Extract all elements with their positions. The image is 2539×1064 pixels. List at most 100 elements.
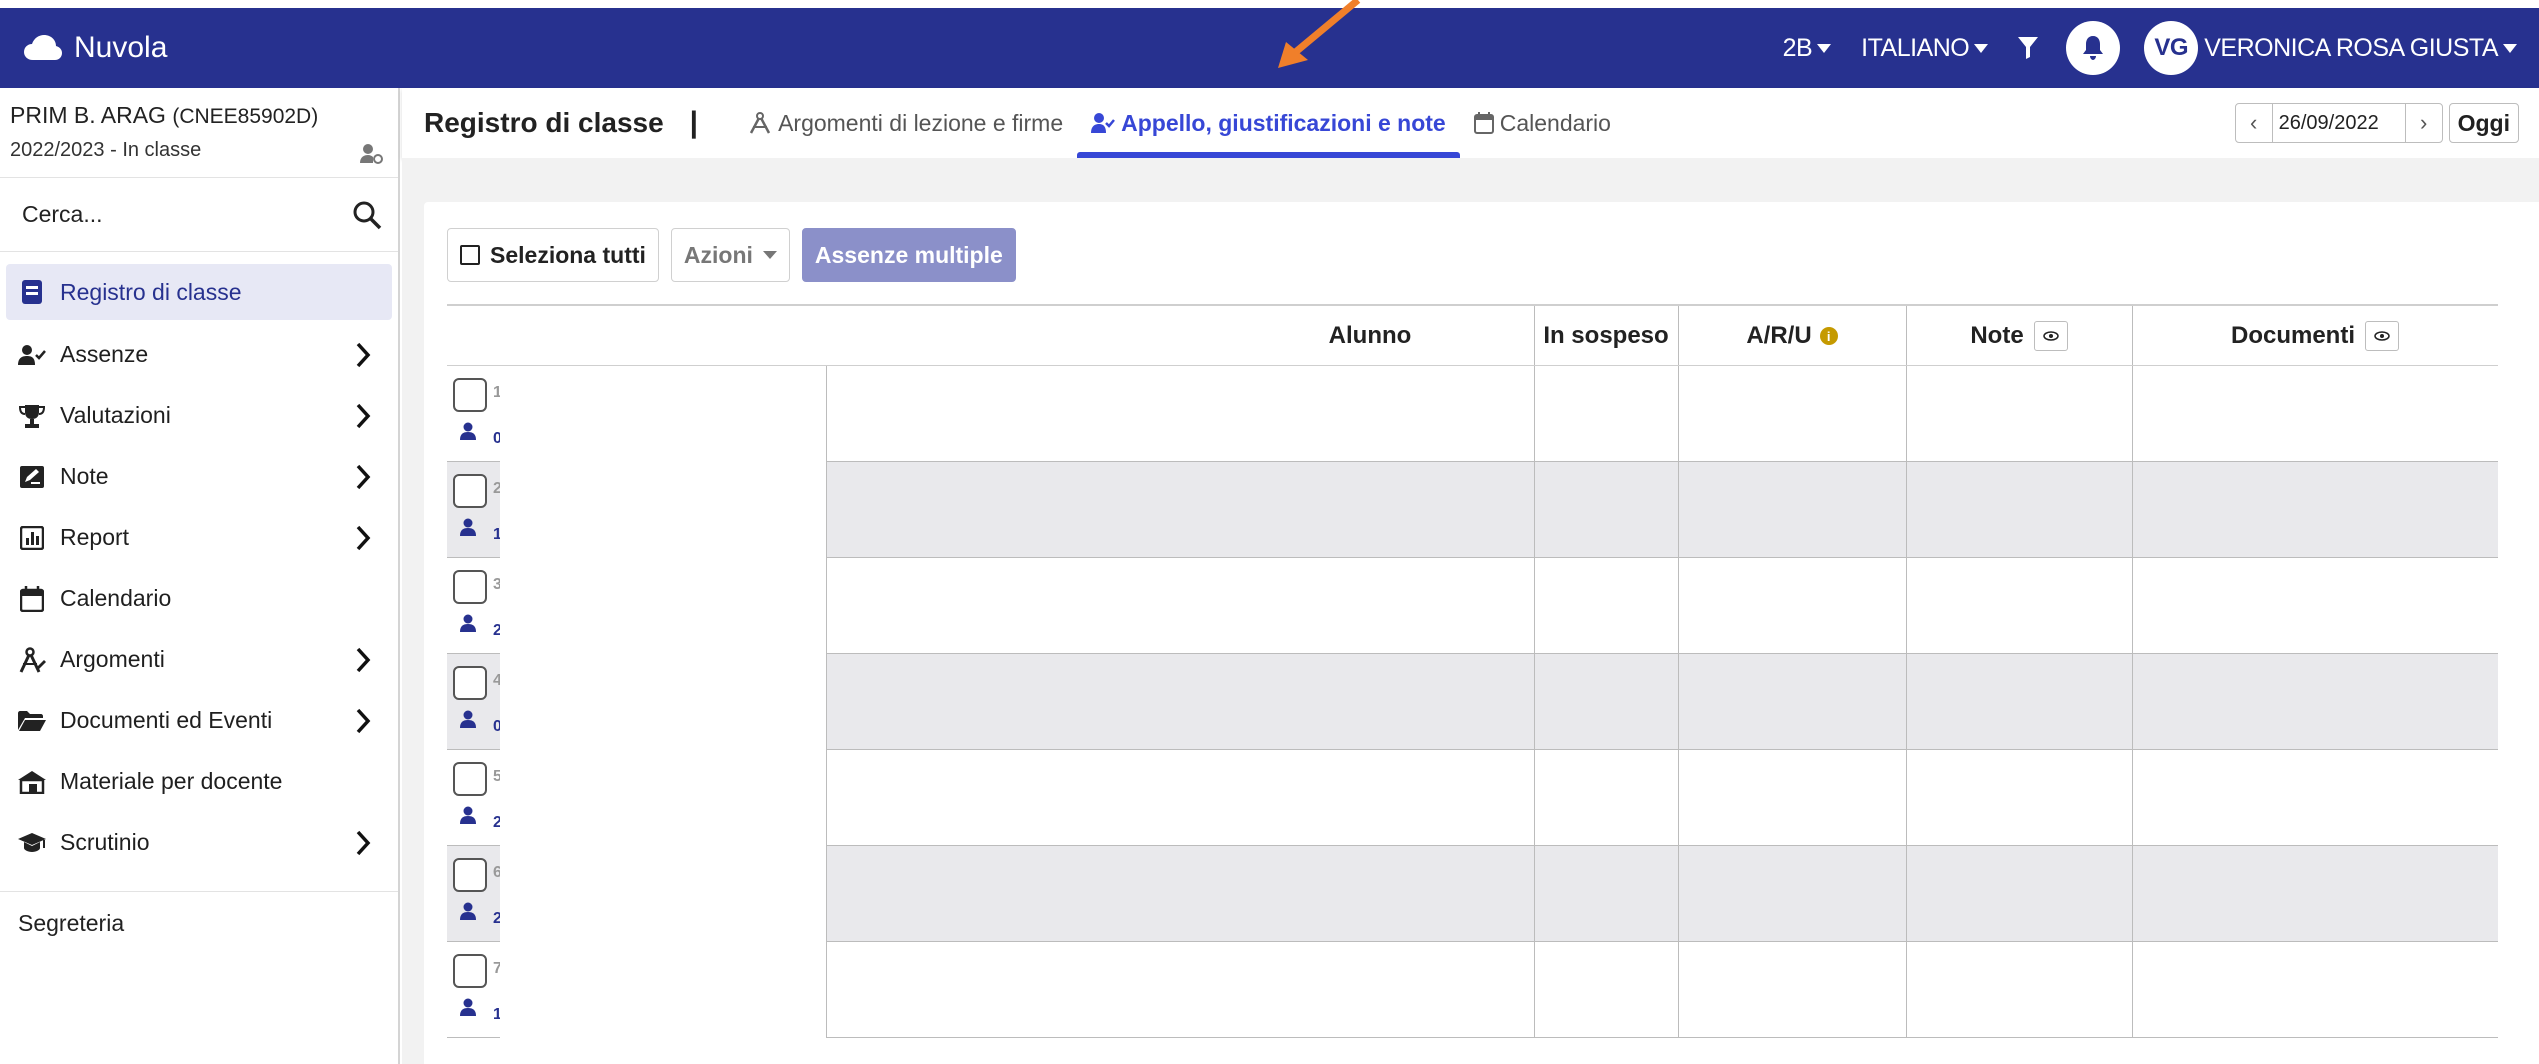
compass-icon xyxy=(16,644,48,676)
person-icon xyxy=(459,902,477,925)
column-documenti-label: Documenti xyxy=(2230,322,2355,349)
column-divider xyxy=(1678,750,1679,845)
row-checkbox[interactable] xyxy=(453,762,487,796)
sidebar-item-label: Argomenti xyxy=(60,646,165,672)
sidebar-item-segreteria[interactable]: Segreteria xyxy=(0,892,398,937)
student-cell: 32 xyxy=(447,558,502,654)
sidebar-item-scrutinio[interactable]: Scrutinio xyxy=(6,812,392,873)
column-divider xyxy=(826,750,827,845)
note-edit-icon xyxy=(16,461,48,493)
bell-icon xyxy=(2083,36,2104,60)
date-picker: ‹ 26/09/2022 › xyxy=(2234,103,2443,143)
info-icon[interactable]: i xyxy=(1819,327,1838,345)
sidebar-item-assenze[interactable]: Assenze xyxy=(6,324,392,385)
search-input[interactable]: Cerca... xyxy=(22,201,352,228)
tab-argomenti[interactable]: Argomenti di lezione e firme xyxy=(734,88,1077,158)
tab-calendario[interactable]: Calendario xyxy=(1460,88,1625,158)
multiple-absences-label: Assenze multiple xyxy=(814,241,1003,268)
eye-toggle-button[interactable] xyxy=(2365,321,2399,351)
compass-icon xyxy=(749,112,771,134)
column-divider xyxy=(826,654,827,749)
column-header-aru: A/R/U i xyxy=(1678,306,1906,366)
eye-toggle-button[interactable] xyxy=(2033,321,2068,351)
previous-day-button[interactable]: ‹ xyxy=(2236,104,2272,142)
app-brand[interactable]: Nuvola xyxy=(24,31,167,65)
redacted-area xyxy=(500,558,826,654)
language-selector[interactable]: ITALIANO xyxy=(1861,33,1989,63)
calendar-icon xyxy=(16,583,48,615)
column-divider xyxy=(2132,462,2133,557)
caret-down-icon xyxy=(1974,43,1989,53)
column-divider xyxy=(1534,558,1535,653)
person-icon xyxy=(459,614,477,637)
search-icon[interactable] xyxy=(352,200,382,230)
person-icon xyxy=(459,998,477,1021)
select-all-label: Seleziona tutti xyxy=(490,241,646,268)
redacted-area xyxy=(500,654,826,750)
filter-icon xyxy=(2018,37,2039,59)
date-input[interactable]: 26/09/2022 xyxy=(2271,104,2406,142)
column-divider xyxy=(1906,366,1907,461)
user-check-icon xyxy=(16,339,48,371)
today-button[interactable]: Oggi xyxy=(2448,103,2519,143)
column-divider xyxy=(826,846,827,941)
app-name: Nuvola xyxy=(74,31,168,64)
sidebar-item-valutazioni[interactable]: Valutazioni xyxy=(6,385,392,446)
multiple-absences-button[interactable]: Assenze multiple xyxy=(801,228,1016,282)
table-body: 10213240526271 xyxy=(447,366,2498,1038)
filter-button[interactable] xyxy=(2018,37,2039,59)
column-alunno-label: Alunno xyxy=(1328,322,1412,349)
row-checkbox[interactable] xyxy=(453,474,487,508)
folder-open-icon xyxy=(16,705,48,737)
sidebar-item-materiale-per-docente[interactable]: Materiale per docente xyxy=(6,751,392,812)
class-selector-label: 2B xyxy=(1782,33,1813,62)
column-divider xyxy=(1906,846,1907,941)
select-all-button[interactable]: Seleziona tutti xyxy=(447,228,659,282)
row-checkbox[interactable] xyxy=(453,954,487,988)
avatar[interactable]: VG xyxy=(2144,21,2199,75)
sidebar-item-label: Valutazioni xyxy=(60,402,171,428)
row-checkbox[interactable] xyxy=(453,858,487,892)
row-checkbox[interactable] xyxy=(453,378,487,412)
language-selector-label: ITALIANO xyxy=(1861,33,1970,62)
user-menu[interactable]: VERONICA ROSA GIUSTA xyxy=(2204,34,2517,63)
sidebar-search[interactable]: Cerca... xyxy=(0,178,398,252)
column-divider xyxy=(2132,558,2133,653)
sidebar-item-registro-di-classe[interactable]: Registro di classe xyxy=(6,264,392,320)
column-divider xyxy=(1906,558,1907,653)
tab-appello[interactable]: Appello, giustificazioni e note xyxy=(1077,88,1460,158)
class-selector[interactable]: 2B xyxy=(1783,34,1832,63)
tab-calendario-label: Calendario xyxy=(1499,109,1611,136)
column-divider xyxy=(1906,942,1907,1037)
actions-dropdown[interactable]: Azioni xyxy=(670,228,790,282)
notifications-button[interactable] xyxy=(2066,21,2121,75)
redacted-area xyxy=(500,366,826,462)
sidebar-item-argomenti[interactable]: Argomenti xyxy=(6,629,392,690)
caret-down-icon xyxy=(762,251,777,259)
next-day-button[interactable]: › xyxy=(2406,104,2442,142)
eye-icon xyxy=(2374,331,2390,341)
page-title: Registro di classe xyxy=(424,107,664,138)
column-note-label: Note xyxy=(1970,322,2024,349)
sidebar-item-report[interactable]: Report xyxy=(6,507,392,568)
sidebar-item-calendario[interactable]: Calendario xyxy=(6,568,392,629)
column-divider xyxy=(1678,942,1679,1037)
page-header: Registro di classe | Argomenti di lezion… xyxy=(402,88,2539,158)
sidebar-item-note[interactable]: Note xyxy=(6,446,392,507)
chevron-right-icon xyxy=(348,342,378,368)
sidebar-item-documenti-ed-eventi[interactable]: Documenti ed Eventi xyxy=(6,690,392,751)
column-divider xyxy=(2132,750,2133,845)
row-checkbox[interactable] xyxy=(453,666,487,700)
tab-appello-label: Appello, giustificazioni e note xyxy=(1121,109,1446,136)
trophy-icon xyxy=(16,400,48,432)
school-title: PRIM B. ARAG (CNEE85902D) xyxy=(10,102,388,129)
title-separator: | xyxy=(689,106,699,139)
row-checkbox[interactable] xyxy=(453,570,487,604)
school-material-icon xyxy=(16,766,48,798)
column-divider xyxy=(1678,306,1679,365)
column-divider xyxy=(1534,366,1535,461)
user-settings-icon[interactable] xyxy=(360,143,384,165)
column-aru-label: A/R/U xyxy=(1746,322,1812,349)
column-divider xyxy=(1534,462,1535,557)
school-name: PRIM B. ARAG xyxy=(10,102,166,128)
